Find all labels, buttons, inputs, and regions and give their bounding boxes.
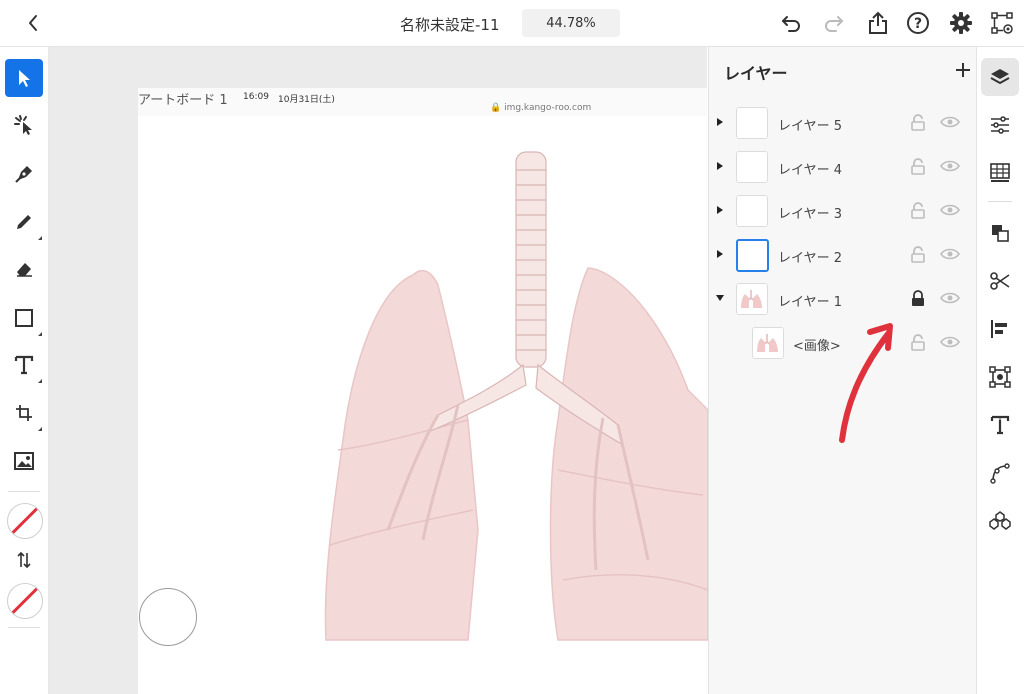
- unlock-icon[interactable]: [909, 245, 927, 263]
- fill-color-swatch[interactable]: [7, 503, 43, 539]
- floating-touch-button[interactable]: [139, 588, 197, 646]
- unlock-icon[interactable]: [909, 157, 927, 175]
- expand-triangle-icon[interactable]: [714, 160, 726, 172]
- help-icon[interactable]: ?: [906, 11, 930, 35]
- visibility-eye-icon[interactable]: [940, 113, 960, 131]
- stroke-color-swatch[interactable]: [7, 583, 43, 619]
- expand-triangle-icon[interactable]: [714, 204, 726, 216]
- visibility-eye-icon[interactable]: [940, 289, 960, 307]
- pencil-icon[interactable]: [5, 203, 43, 241]
- toolbar-divider: [8, 491, 40, 492]
- prototype-icon[interactable]: [990, 11, 1014, 35]
- document-title[interactable]: 名称未設定-11: [400, 14, 500, 35]
- visibility-eye-icon[interactable]: [940, 245, 960, 263]
- add-layer-button[interactable]: [952, 59, 974, 81]
- svg-text:?: ?: [914, 16, 922, 32]
- settings-gear-icon[interactable]: [949, 11, 973, 35]
- layer-thumbnail: [736, 107, 768, 139]
- expand-triangle-icon[interactable]: [714, 248, 726, 260]
- layer-name[interactable]: レイヤー 4: [778, 159, 842, 178]
- visibility-eye-icon[interactable]: [940, 333, 960, 351]
- status-date: 10月31日(土): [278, 95, 335, 105]
- swap-colors-icon[interactable]: [16, 551, 32, 569]
- properties-icon[interactable]: [981, 106, 1019, 144]
- smart-select-icon[interactable]: [5, 106, 43, 144]
- layer-name[interactable]: レイヤー 1: [778, 291, 842, 310]
- zoom-level[interactable]: 44.78%: [522, 9, 620, 37]
- transform-icon[interactable]: [981, 358, 1019, 396]
- unlock-icon[interactable]: [909, 333, 927, 351]
- layer-thumbnail: [736, 283, 768, 315]
- lungs-illustration[interactable]: [318, 150, 708, 645]
- image-icon[interactable]: [5, 442, 43, 480]
- back-chevron-icon[interactable]: [22, 11, 44, 35]
- repeat-grid-icon[interactable]: [981, 502, 1019, 540]
- annotation-arrow: [839, 323, 893, 443]
- place-shape-icon[interactable]: [5, 394, 43, 432]
- arrange-icon[interactable]: [981, 214, 1019, 252]
- image-thumbnail: [752, 327, 784, 359]
- left-lung: [324, 269, 479, 641]
- visibility-eye-icon[interactable]: [940, 157, 960, 175]
- lock-icon[interactable]: [909, 289, 927, 307]
- layers-panel-title: レイヤー: [724, 64, 788, 83]
- type-icon[interactable]: [981, 406, 1019, 444]
- layer-name[interactable]: レイヤー 3: [778, 203, 842, 222]
- rectangle-icon[interactable]: [5, 299, 43, 337]
- layer-name[interactable]: レイヤー 2: [778, 247, 842, 266]
- undo-icon[interactable]: [779, 11, 803, 35]
- rail-divider: [988, 201, 1012, 202]
- collapse-triangle-icon[interactable]: [714, 292, 726, 304]
- share-icon[interactable]: [866, 11, 890, 35]
- pen-icon[interactable]: [5, 155, 43, 193]
- artboard-label[interactable]: アートボード 1: [138, 89, 228, 108]
- unlock-icon[interactable]: [909, 113, 927, 131]
- status-time: 16:09: [243, 92, 269, 102]
- eraser-icon[interactable]: [5, 250, 43, 288]
- repeat-path-icon[interactable]: [981, 454, 1019, 492]
- select-icon[interactable]: [5, 59, 43, 97]
- layer-thumbnail: [736, 195, 768, 227]
- layers-icon[interactable]: [981, 58, 1019, 96]
- redo-icon: [822, 11, 846, 35]
- status-url: 🔒 img.kango-roo.com: [490, 103, 592, 113]
- text-icon[interactable]: [5, 346, 43, 384]
- visibility-eye-icon[interactable]: [940, 201, 960, 219]
- layer-thumbnail: [736, 239, 769, 272]
- grid-icon[interactable]: [981, 154, 1019, 192]
- align-icon[interactable]: [981, 310, 1019, 348]
- path-ops-icon[interactable]: [981, 262, 1019, 300]
- right-lung: [549, 267, 708, 641]
- expand-triangle-icon[interactable]: [714, 116, 726, 128]
- layer-thumbnail: [736, 151, 768, 183]
- layer-name[interactable]: レイヤー 5: [778, 115, 842, 134]
- toolbar-divider: [8, 627, 40, 628]
- unlock-icon[interactable]: [909, 201, 927, 219]
